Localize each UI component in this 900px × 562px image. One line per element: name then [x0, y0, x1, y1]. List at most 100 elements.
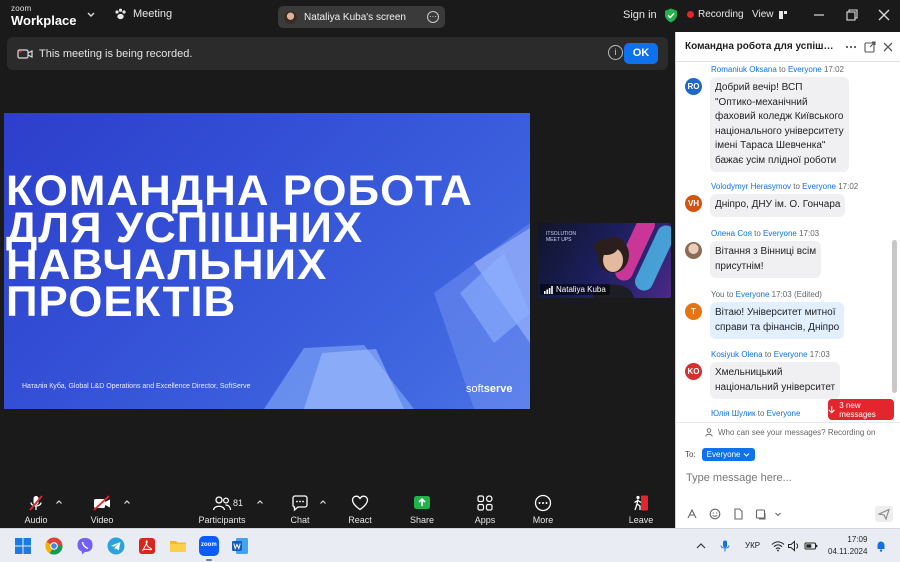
- zoom-taskbar-icon[interactable]: zoom: [199, 536, 219, 561]
- to-word: to: [793, 182, 800, 191]
- message-bubble[interactable]: Вітання з Вінниці всім присутнім!: [710, 241, 822, 278]
- softserve-logo: softserve: [466, 383, 513, 395]
- speaker-video-tile[interactable]: ITSOLUTION MEET UPS Nataliya Kuba: [538, 223, 671, 298]
- send-button[interactable]: [875, 506, 893, 522]
- message-bubble[interactable]: Дніпро, ДНУ ім. О. Гончара: [710, 194, 846, 217]
- sign-in-link[interactable]: Sign in: [623, 9, 657, 21]
- restore-icon[interactable]: [845, 8, 859, 22]
- minimize-icon[interactable]: [812, 8, 826, 22]
- volume-icon[interactable]: [787, 540, 801, 552]
- system-clock[interactable]: 17:09 04.11.2024: [828, 534, 867, 558]
- chat-message-input[interactable]: [686, 469, 891, 487]
- microphone-tray-icon[interactable]: [718, 540, 732, 552]
- message-time: 17:03: [799, 229, 820, 238]
- shared-screen-slide: КОМАНДНА РОБОТА ДЛЯ УСПІШНИХ НАВЧАЛЬНИХ …: [4, 113, 530, 409]
- view-layout-icon: [778, 10, 787, 19]
- audio-options-chevron-icon[interactable]: [55, 498, 63, 506]
- chat-more-icon[interactable]: [845, 41, 857, 53]
- info-icon[interactable]: i: [608, 45, 623, 60]
- chat-scrollbar[interactable]: [892, 240, 897, 393]
- participants-options-chevron-icon[interactable]: [256, 498, 264, 506]
- sender-name: You: [711, 290, 725, 299]
- meeting-info-button[interactable]: Meeting: [114, 8, 172, 20]
- speaker-name-tag: Nataliya Kuba: [540, 284, 610, 295]
- message-meta: Volodymyr Herasymov to Everyone 17:02: [711, 182, 858, 191]
- participants-count: 81: [233, 498, 244, 508]
- message-bubble[interactable]: Вітаю! Університет митної справи та фіна…: [710, 302, 845, 339]
- share-screen-button[interactable]: Share: [392, 494, 452, 525]
- slide-footer: Наталія Куба, Global L&D Operations and …: [22, 383, 251, 390]
- security-shield-icon[interactable]: [664, 8, 678, 23]
- apps-button[interactable]: Apps: [455, 494, 515, 525]
- avatar-photo: [685, 242, 702, 259]
- telegram-icon[interactable]: [106, 536, 126, 556]
- battery-icon[interactable]: [804, 540, 818, 552]
- file-explorer-icon[interactable]: [168, 536, 188, 556]
- recording-indicator[interactable]: Recording: [687, 9, 744, 20]
- screen-share-pill[interactable]: Nataliya Kuba's screen ···: [278, 6, 445, 28]
- chat-bubble-icon: [292, 495, 308, 512]
- to-word: to: [757, 409, 765, 418]
- react-label: React: [348, 515, 372, 525]
- chat-input-toolbar: [676, 504, 900, 524]
- chat-panel: Командна робота для успішних навчальних …: [675, 32, 900, 528]
- message-bubble[interactable]: Добрий вечір! ВСП "Оптико-механічний фах…: [710, 77, 849, 172]
- message-meta: Kosiyuk Olena to Everyone 17:03: [711, 350, 830, 359]
- message-meta: Romaniuk Oksana to Everyone 17:02: [711, 65, 844, 74]
- leave-button[interactable]: Leave: [611, 494, 671, 525]
- brand-part-2: serve: [483, 383, 513, 395]
- share-label: Share: [409, 515, 435, 525]
- leave-label: Leave: [628, 515, 654, 525]
- arrow-down-icon: [828, 406, 835, 414]
- acrobat-icon[interactable]: [137, 536, 157, 556]
- viber-icon[interactable]: [75, 536, 95, 556]
- title-bar: zoom Workplace Meeting Nataliya Kuba's s…: [0, 0, 900, 32]
- emoji-icon[interactable]: [709, 508, 721, 520]
- ok-button[interactable]: OK: [624, 43, 658, 64]
- word-icon[interactable]: [230, 536, 250, 556]
- zoom-workplace-logo[interactable]: zoom Workplace: [11, 5, 77, 28]
- format-text-icon[interactable]: [686, 508, 698, 520]
- recipient: Everyone: [787, 65, 822, 74]
- chat-message-list[interactable]: Romaniuk Oksana to Everyone 17:02 RO Доб…: [676, 63, 893, 451]
- who-can-see-link[interactable]: Who can see your messages? Recording on: [676, 422, 900, 442]
- video-options-chevron-icon[interactable]: [123, 498, 131, 506]
- more-button[interactable]: More: [513, 494, 573, 525]
- screenshot-options-chevron-icon[interactable]: [774, 508, 782, 520]
- screenshot-icon[interactable]: [755, 508, 767, 520]
- view-button[interactable]: View: [752, 9, 788, 20]
- message-bubble[interactable]: Хмельницький національний університет: [710, 362, 841, 399]
- close-window-icon[interactable]: [877, 8, 891, 22]
- new-messages-button[interactable]: 3 new messages: [828, 399, 894, 420]
- recipient-select[interactable]: Everyone: [701, 448, 756, 461]
- chrome-icon[interactable]: [44, 536, 64, 556]
- input-language-indicator[interactable]: УКР: [745, 541, 760, 550]
- file-icon[interactable]: [732, 508, 744, 520]
- video-camera-icon: [17, 48, 33, 59]
- sender-name: Romaniuk Oksana: [711, 65, 777, 74]
- participants-label: Participants: [198, 515, 246, 525]
- notifications-bell-icon[interactable]: [874, 540, 888, 552]
- screen-share-label: Nataliya Kuba's screen: [304, 11, 406, 23]
- brand-part-1: soft: [466, 383, 484, 395]
- heart-icon: [351, 495, 369, 511]
- video-camera-off-icon: [93, 495, 110, 511]
- apps-grid-icon: [477, 495, 493, 511]
- react-button[interactable]: React: [330, 494, 390, 525]
- chat-options-chevron-icon[interactable]: [319, 498, 327, 506]
- chevron-down-icon[interactable]: [86, 9, 96, 21]
- sender-name: Kosiyuk Olena: [711, 350, 763, 359]
- close-chat-icon[interactable]: [882, 41, 894, 53]
- audio-label: Audio: [24, 515, 48, 525]
- more-options-icon[interactable]: ···: [427, 11, 439, 23]
- edited-tag: (Edited): [793, 290, 822, 299]
- recipient: Everyone: [802, 182, 836, 191]
- message-meta: You to Everyone 17:03 (Edited): [711, 290, 822, 299]
- more-label: More: [532, 515, 554, 525]
- show-hidden-icons-chevron-icon[interactable]: [694, 540, 708, 552]
- signal-bars-icon: [544, 285, 553, 294]
- avatar: KO: [685, 363, 702, 380]
- wifi-icon[interactable]: [771, 540, 785, 552]
- windows-start-icon[interactable]: [13, 536, 33, 556]
- pop-out-icon[interactable]: [864, 41, 876, 53]
